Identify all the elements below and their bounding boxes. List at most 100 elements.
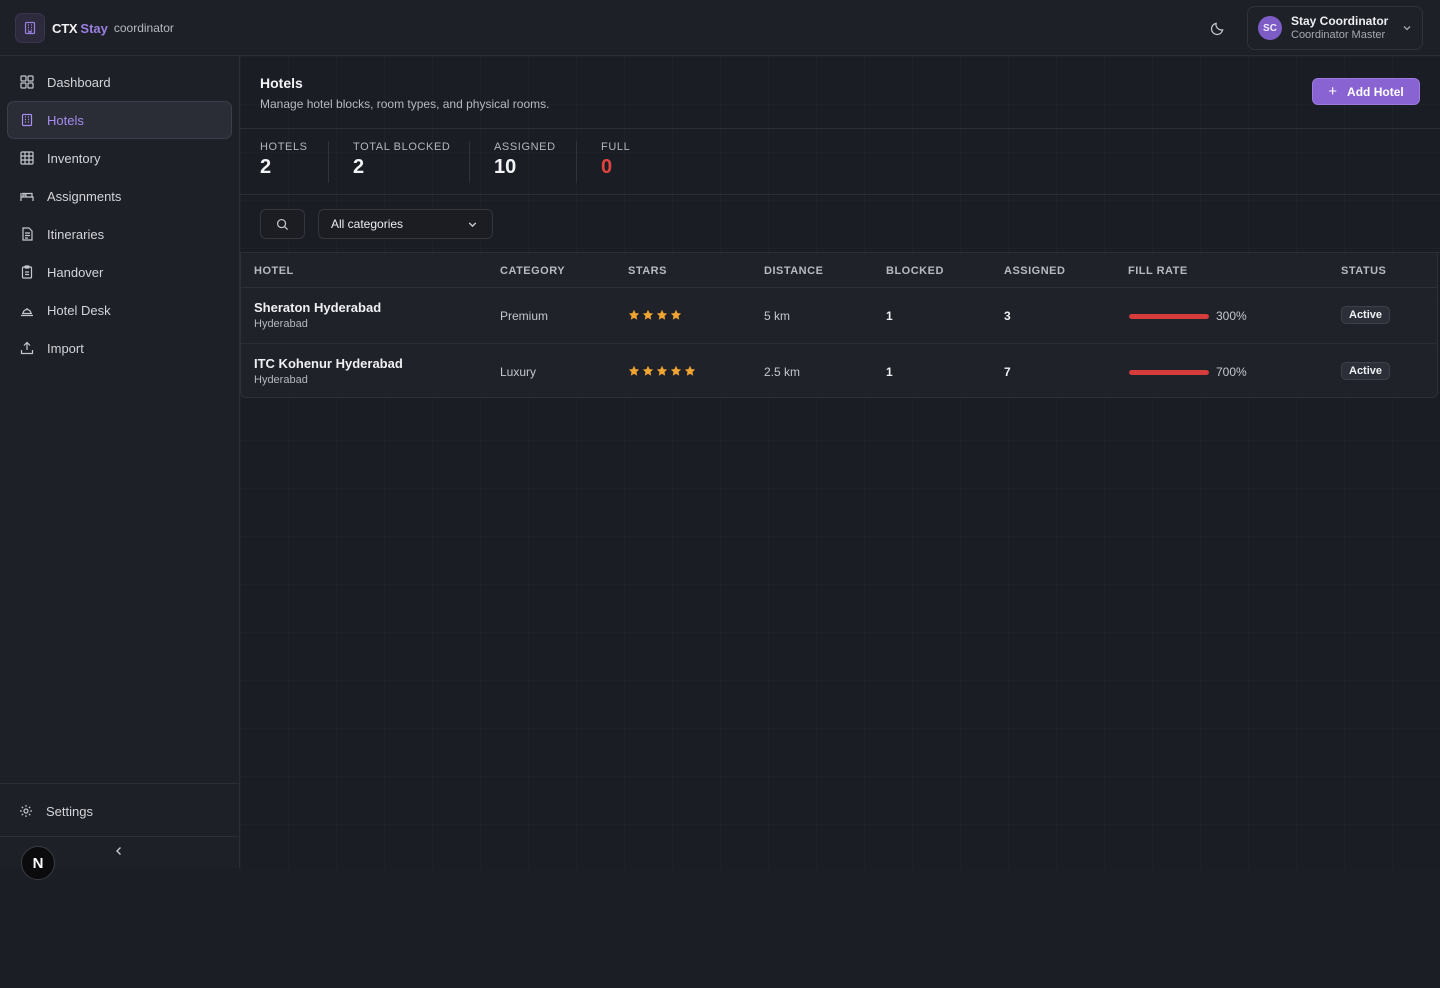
- sidebar-item-label: Hotels: [47, 112, 84, 128]
- gear-icon: [18, 803, 34, 819]
- user-role: Coordinator Master: [1291, 28, 1386, 41]
- stat-value: 2: [260, 156, 272, 178]
- star-icon: [670, 365, 682, 376]
- clipboard-icon: [19, 264, 35, 280]
- brand-stay: Stay: [80, 20, 108, 36]
- sidebar-item-label: Dashboard: [47, 74, 111, 90]
- hotel-cell: Sheraton Hyderabad Hyderabad: [254, 300, 381, 330]
- sidebar-item-inventory[interactable]: Inventory: [7, 139, 232, 177]
- category-select[interactable]: All categories: [318, 209, 493, 239]
- fill-rate-bar: [1129, 370, 1209, 375]
- search-input[interactable]: [260, 209, 305, 239]
- search-icon: [276, 218, 289, 230]
- star-icon: [628, 365, 640, 376]
- document-icon: [19, 226, 35, 242]
- sidebar-item-import[interactable]: Import: [7, 329, 232, 367]
- footer-band: [0, 868, 1440, 988]
- column-header-blocked[interactable]: BLOCKED: [886, 265, 944, 277]
- page-subtitle: Manage hotel blocks, room types, and phy…: [260, 97, 550, 111]
- chevron-left-icon: [116, 847, 121, 855]
- sidebar-item-handover[interactable]: Handover: [7, 253, 232, 291]
- sidebar-item-assignments[interactable]: Assignments: [7, 177, 232, 215]
- sidebar-item-dashboard[interactable]: Dashboard: [7, 63, 232, 101]
- theme-toggle-button[interactable]: [1203, 14, 1231, 42]
- sidebar-item-label: Inventory: [47, 150, 101, 166]
- building-icon: [19, 112, 35, 128]
- table-row[interactable]: Sheraton Hyderabad Hyderabad Premium 5 k…: [241, 288, 1437, 343]
- add-hotel-label: Add Hotel: [1347, 84, 1404, 99]
- blocked-cell: 1: [886, 365, 893, 379]
- avatar: SC: [1258, 16, 1282, 40]
- star-icon: [642, 309, 654, 320]
- sidebar-item-itineraries[interactable]: Itineraries: [7, 215, 232, 253]
- dashboard-icon: [19, 74, 35, 90]
- sidebar-item-hotels[interactable]: Hotels: [7, 101, 232, 139]
- stat-total-blocked: TOTAL BLOCKED 2: [353, 141, 450, 179]
- stat-hotels: HOTELS 2: [260, 141, 308, 179]
- sidebar-item-label: Import: [47, 340, 84, 356]
- sidebar-item-label: Assignments: [47, 188, 122, 204]
- moon-icon: [1210, 22, 1223, 35]
- column-header-fill-rate[interactable]: FILL RATE: [1128, 265, 1188, 277]
- column-header-category[interactable]: CATEGORY: [500, 265, 565, 277]
- sidebar-item-settings[interactable]: Settings: [7, 792, 232, 830]
- stats-bar: HOTELS 2 TOTAL BLOCKED 2 ASSIGNED 10 FUL…: [240, 129, 1440, 195]
- hotel-name[interactable]: Sheraton Hyderabad: [254, 300, 381, 315]
- category-cell: Luxury: [500, 365, 537, 379]
- category-select-value: All categories: [331, 217, 404, 231]
- star-icon: [656, 309, 668, 320]
- distance-cell: 5 km: [764, 309, 791, 323]
- column-header-hotel[interactable]: HOTEL: [254, 265, 294, 277]
- chevron-down-icon: [468, 222, 477, 228]
- brand-role: coordinator: [113, 21, 174, 35]
- status-badge: Active: [1341, 306, 1391, 324]
- hotel-city: Hyderabad: [254, 318, 308, 330]
- stat-assigned: ASSIGNED 10: [494, 141, 556, 179]
- table-header: HOTEL CATEGORY STARS DISTANCE BLOCKED AS…: [241, 253, 1437, 288]
- column-header-distance[interactable]: DISTANCE: [764, 265, 823, 277]
- dev-tools-badge[interactable]: N: [21, 846, 55, 880]
- divider: [0, 836, 239, 837]
- brand-ctx: CTX: [52, 20, 78, 36]
- column-header-stars[interactable]: STARS: [628, 265, 667, 277]
- table-row[interactable]: ITC Kohenur Hyderabad Hyderabad Luxury 2…: [241, 343, 1437, 398]
- bed-icon: [19, 188, 35, 204]
- blocked-cell: 1: [886, 309, 893, 323]
- stat-label: FULL: [601, 141, 631, 153]
- column-header-assigned[interactable]: ASSIGNED: [1004, 265, 1065, 277]
- filters-bar: All categories: [240, 195, 1440, 253]
- settings-label: Settings: [46, 803, 93, 819]
- brand[interactable]: CTX Stay coordinator: [15, 13, 174, 43]
- stat-value: 2: [353, 156, 365, 178]
- user-menu[interactable]: SC Stay Coordinator Coordinator Master: [1247, 6, 1423, 50]
- assigned-cell: 7: [1004, 365, 1011, 379]
- sidebar: Dashboard Hotels Inventory Assignments I…: [0, 56, 240, 868]
- category-cell: Premium: [500, 309, 549, 323]
- assigned-cell: 3: [1004, 309, 1011, 323]
- add-hotel-button[interactable]: + Add Hotel: [1312, 78, 1420, 105]
- distance-cell: 2.5 km: [764, 365, 801, 379]
- sidebar-item-hotel-desk[interactable]: Hotel Desk: [7, 291, 232, 329]
- fill-rate-bar: [1129, 314, 1209, 319]
- stat-value: 0: [601, 156, 613, 178]
- sidebar-item-label: Itineraries: [47, 226, 105, 242]
- hotel-cell: ITC Kohenur Hyderabad Hyderabad: [254, 356, 403, 386]
- collapse-sidebar-button[interactable]: [112, 844, 128, 860]
- column-header-status[interactable]: STATUS: [1341, 265, 1386, 277]
- top-bar: CTX Stay coordinator SC Stay Coordinator…: [0, 0, 1440, 56]
- fill-rate-value: 300%: [1216, 309, 1247, 323]
- hotel-name[interactable]: ITC Kohenur Hyderabad: [254, 356, 403, 371]
- stars-cell: [628, 309, 682, 321]
- hotel-city: Hyderabad: [254, 374, 308, 386]
- plus-icon: +: [1328, 83, 1338, 100]
- sidebar-item-label: Hotel Desk: [47, 302, 111, 318]
- page-header: Hotels Manage hotel blocks, room types, …: [240, 56, 1440, 129]
- divider: [0, 783, 239, 784]
- building-icon: [15, 13, 45, 43]
- stat-full: FULL 0: [601, 141, 630, 179]
- sidebar-nav: Dashboard Hotels Inventory Assignments I…: [7, 63, 232, 367]
- star-icon: [628, 309, 640, 320]
- user-name: Stay Coordinator: [1291, 14, 1389, 29]
- grid-icon: [19, 150, 35, 166]
- hotels-table: HOTEL CATEGORY STARS DISTANCE BLOCKED AS…: [240, 253, 1438, 398]
